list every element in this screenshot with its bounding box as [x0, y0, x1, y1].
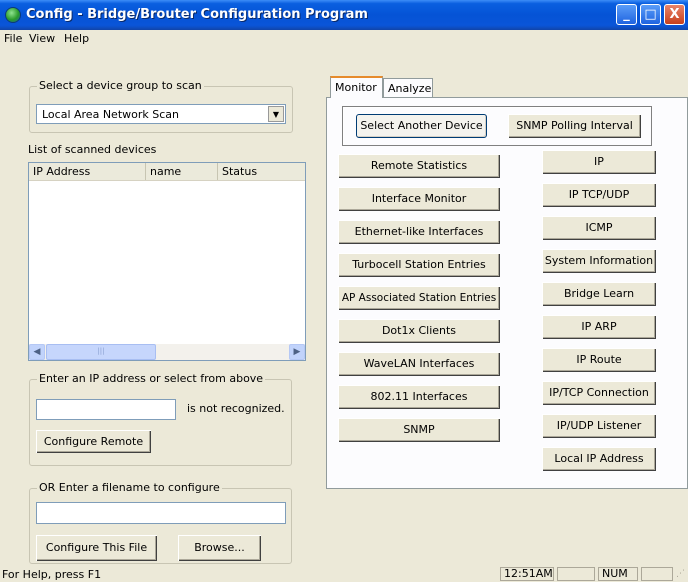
remote-statistics-button[interactable]: Remote Statistics: [338, 154, 500, 178]
interface-monitor-button[interactable]: Interface Monitor: [338, 187, 500, 211]
menu-file[interactable]: File: [4, 32, 22, 45]
dot1x-clients-button[interactable]: Dot1x Clients: [338, 319, 500, 343]
status-scroll-pane: [641, 567, 673, 581]
scroll-thumb[interactable]: |||: [46, 344, 156, 360]
status-help-text: For Help, press F1: [2, 568, 102, 581]
device-list-label: List of scanned devices: [28, 143, 157, 156]
minimize-button[interactable]: _: [616, 4, 637, 25]
dot11-interfaces-button[interactable]: 802.11 Interfaces: [338, 385, 500, 409]
status-bar: For Help, press F1 12:51AM NUM ⋰: [0, 566, 688, 582]
scan-group-selected: Local Area Network Scan: [42, 108, 179, 121]
ip-group-legend: Enter an IP address or select from above: [37, 372, 266, 385]
ip-route-button[interactable]: IP Route: [542, 348, 656, 372]
device-list[interactable]: IP Address name Status ◀ ||| ▶: [28, 162, 306, 361]
snmp-interval-button[interactable]: SNMP Polling Interval: [508, 114, 641, 138]
device-select-panel: Select Another Device SNMP Polling Inter…: [342, 106, 652, 146]
window-title: Config - Bridge/Brouter Configuration Pr…: [26, 7, 368, 22]
configure-file-button[interactable]: Configure This File: [36, 535, 157, 561]
monitor-panel: Select Another Device SNMP Polling Inter…: [326, 97, 688, 489]
app-globe-icon: [5, 7, 21, 23]
ip-button[interactable]: IP: [542, 150, 656, 174]
filename-input[interactable]: [36, 502, 286, 524]
select-device-button[interactable]: Select Another Device: [356, 114, 487, 138]
ip-tcp-connection-button[interactable]: IP/TCP Connection: [542, 381, 656, 405]
scan-group-select[interactable]: Local Area Network Scan ▼: [36, 104, 286, 124]
tab-analyze[interactable]: Analyze: [383, 78, 433, 98]
file-group: OR Enter a filename to configure Configu…: [29, 481, 292, 564]
ip-address-input[interactable]: [36, 399, 176, 420]
chevron-down-icon[interactable]: ▼: [268, 106, 284, 122]
menu-bar: File View Help: [0, 30, 688, 48]
local-ip-address-button[interactable]: Local IP Address: [542, 447, 656, 471]
ethernet-interfaces-button[interactable]: Ethernet-like Interfaces: [338, 220, 500, 244]
resize-grip-icon[interactable]: ⋰: [676, 569, 687, 580]
maximize-button[interactable]: □: [640, 4, 661, 25]
snmp-button[interactable]: SNMP: [338, 418, 500, 442]
device-list-header: IP Address name Status: [29, 163, 305, 181]
menu-view[interactable]: View: [29, 32, 55, 45]
menu-help[interactable]: Help: [64, 32, 89, 45]
status-time: 12:51AM: [500, 567, 554, 581]
bridge-learn-button[interactable]: Bridge Learn: [542, 282, 656, 306]
file-group-legend: OR Enter a filename to configure: [37, 481, 222, 494]
column-status[interactable]: Status: [218, 163, 305, 180]
browse-button[interactable]: Browse...: [178, 535, 261, 561]
turbocell-entries-button[interactable]: Turbocell Station Entries: [338, 253, 500, 277]
wavelan-interfaces-button[interactable]: WaveLAN Interfaces: [338, 352, 500, 376]
column-ip-address[interactable]: IP Address: [29, 163, 146, 180]
scroll-right-icon[interactable]: ▶: [289, 344, 305, 360]
ip-tcp-udp-button[interactable]: IP TCP/UDP: [542, 183, 656, 207]
scroll-left-icon[interactable]: ◀: [29, 344, 45, 360]
ip-udp-listener-button[interactable]: IP/UDP Listener: [542, 414, 656, 438]
column-name[interactable]: name: [146, 163, 218, 180]
status-empty-pane: [557, 567, 595, 581]
close-button[interactable]: X: [664, 4, 685, 25]
system-information-button[interactable]: System Information: [542, 249, 656, 273]
status-num: NUM: [598, 567, 638, 581]
scan-group: Select a device group to scan Local Area…: [29, 79, 293, 133]
title-bar: Config - Bridge/Brouter Configuration Pr…: [0, 0, 688, 30]
scan-group-legend: Select a device group to scan: [37, 79, 204, 92]
configure-remote-button[interactable]: Configure Remote: [36, 430, 151, 453]
tab-monitor[interactable]: Monitor: [330, 76, 383, 98]
ip-group: Enter an IP address or select from above…: [29, 372, 292, 466]
icmp-button[interactable]: ICMP: [542, 216, 656, 240]
ip-arp-button[interactable]: IP ARP: [542, 315, 656, 339]
ip-status-text: is not recognized.: [187, 402, 285, 415]
ap-station-entries-button[interactable]: AP Associated Station Entries: [338, 286, 500, 310]
device-list-scrollbar[interactable]: ◀ ||| ▶: [29, 344, 305, 360]
